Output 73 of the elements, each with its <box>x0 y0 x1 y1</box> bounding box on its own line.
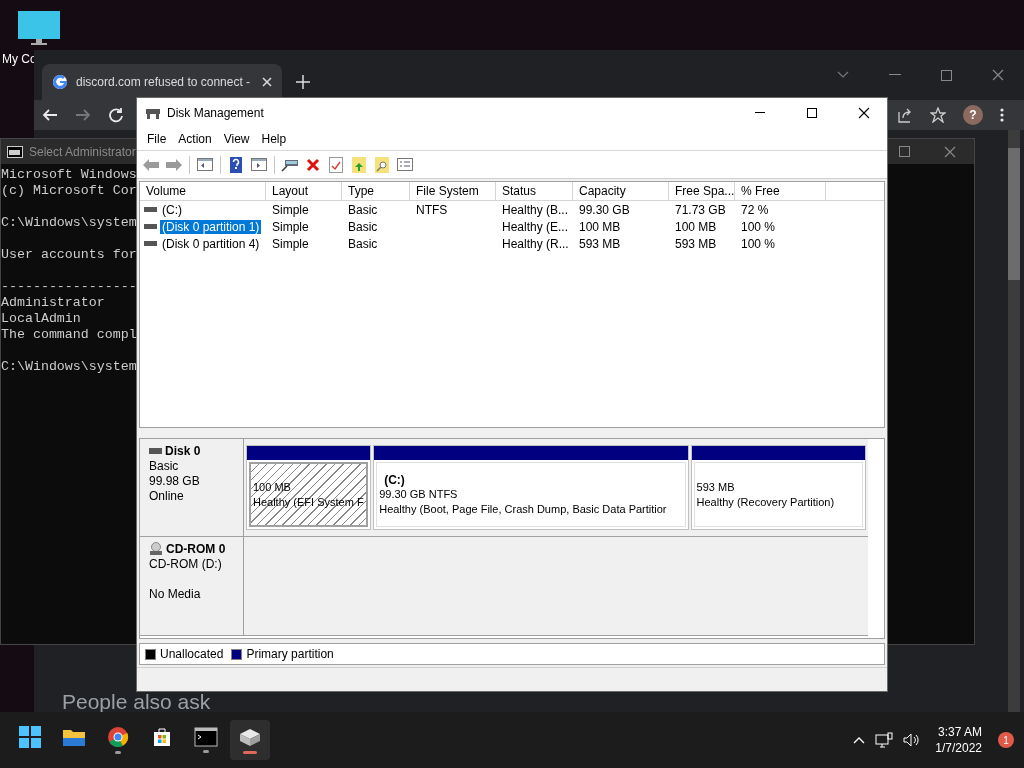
table-cell-text: 100 MB <box>578 219 622 234</box>
table-cell: (Disk 0 partition 1) <box>160 219 262 234</box>
table-cell-text: Basic <box>347 202 379 217</box>
partition-label: (C:) <box>383 472 406 487</box>
column-header[interactable]: Capacity <box>573 182 669 200</box>
table-cell-text: 593 MB <box>578 236 622 251</box>
table-cell-text: NTFS <box>415 202 449 217</box>
menu-item[interactable]: View <box>217 131 256 146</box>
console-line: ----------------- <box>1 279 137 295</box>
disk-type: CD-ROM (D:) <box>149 557 223 572</box>
console-line: LocalAdmin <box>1 311 81 327</box>
disk-name: Disk 0 <box>165 444 201 458</box>
console-line: Microsoft Windows <box>1 167 137 183</box>
partition[interactable]: 100 MB Healthy (EFI System F <box>246 445 372 530</box>
console-line: (c) Microsoft Cor <box>1 183 137 199</box>
partition-size: 100 MB <box>253 479 291 495</box>
table-cell-text: (Disk 0 partition 4) <box>161 236 261 251</box>
partition[interactable]: 593 MB Healthy (Recovery Partition) <box>690 445 866 530</box>
table-cell-text: Basic <box>347 219 379 234</box>
legend-label: Primary partition <box>246 647 334 661</box>
partition-status: Healthy (Boot, Page File, Crash Dump, Basic Data Partitior <box>379 501 667 517</box>
column-header[interactable]: Layout <box>266 182 342 200</box>
disk-name: CD-ROM 0 <box>166 542 226 556</box>
column-header[interactable]: Status <box>496 182 573 200</box>
partition-size: 99.30 GB NTFS <box>379 487 458 502</box>
partition-status: Healthy (Recovery Partition) <box>696 494 835 510</box>
console-line: C:\Windows\system <box>1 215 137 231</box>
console-line: C:\Windows\system <box>1 359 137 375</box>
column-header[interactable]: Free Spa... <box>669 182 735 200</box>
table-cell-text: 72 % <box>740 202 770 217</box>
table-cell-text: (C:) <box>161 202 183 217</box>
column-header[interactable]: Type <box>342 182 410 200</box>
table-cell-text: 100 % <box>740 219 777 234</box>
clock[interactable]: 3:37 AM 1/7/2022 <box>929 724 988 756</box>
volume-row[interactable]: (Disk 0 partition 4) Simple Basic Healthy (R... 593 MB 593 MB 100 % <box>140 235 884 252</box>
disk-type: Basic <box>149 459 180 474</box>
column-header[interactable]: File System <box>410 182 496 200</box>
table-cell-text: 71.73 GB <box>674 202 727 217</box>
legend-label: Unallocated <box>160 647 224 661</box>
browser-tab[interactable]: discord.com refused to connect - <box>42 64 282 100</box>
table-cell-text: Simple <box>271 219 310 234</box>
table-cell-text: Simple <box>271 236 310 251</box>
disk-status: No Media <box>149 587 202 602</box>
partition-status: Healthy (EFI System F <box>253 494 364 510</box>
partition[interactable]: (C:) 99.30 GB NTFS Healthy (Boot, Page File, Crash Dump, Basic Data Partitior <box>373 445 689 530</box>
profile-avatar[interactable]: ? <box>963 105 983 125</box>
console-line: User accounts for <box>1 247 137 263</box>
window-title: Select Administrator <box>29 144 136 159</box>
table-cell-text: 99.30 GB <box>578 202 631 217</box>
table-cell-text: Healthy (B... <box>501 202 570 217</box>
table-cell-text: 593 MB <box>674 236 718 251</box>
date: 1/7/2022 <box>935 740 982 756</box>
menu-item[interactable]: Action <box>172 131 218 146</box>
console-line: Administrator <box>1 295 105 311</box>
column-header[interactable]: Volume <box>140 182 266 200</box>
table-cell-text: Healthy (R... <box>501 236 570 251</box>
disk-size: 99.98 GB <box>149 474 201 489</box>
console-line: The command compl <box>1 327 137 343</box>
column-header[interactable]: % Free <box>735 182 826 200</box>
time: 3:37 AM <box>937 724 982 740</box>
volume-row[interactable]: (C:) Simple Basic NTFS Healthy (B... 99.30 GB 71.73 GB 72 % <box>140 201 884 218</box>
table-cell-text: 100 MB <box>674 219 718 234</box>
volume-row[interactable]: (Disk 0 partition 1) Simple Basic Healthy (E... 100 MB 100 MB 100 % <box>140 218 884 235</box>
table-cell-text: Simple <box>271 202 310 217</box>
window-title: Disk Management <box>167 105 265 120</box>
menu-item[interactable]: File <box>141 131 173 146</box>
notification-badge[interactable]: 1 <box>998 732 1014 748</box>
partition-size: 593 MB <box>696 479 735 495</box>
table-cell-text: 100 % <box>740 236 777 251</box>
menu-item[interactable]: Help <box>255 131 293 146</box>
disk-status: Online <box>149 489 185 504</box>
table-cell-text: Healthy (E... <box>501 219 570 234</box>
table-cell-text: Basic <box>347 236 379 251</box>
